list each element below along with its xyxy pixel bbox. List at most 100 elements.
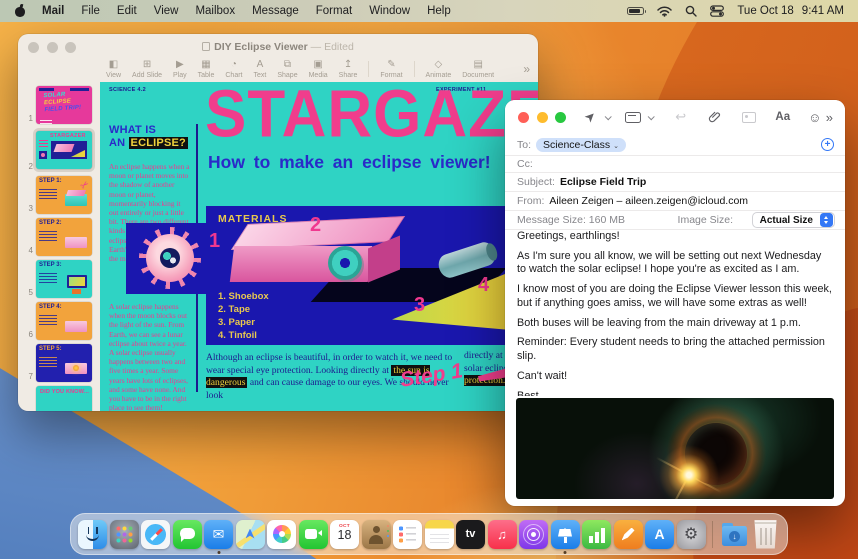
dock-maps-icon[interactable] bbox=[235, 519, 265, 549]
dock-appstore-icon[interactable]: A bbox=[645, 519, 674, 549]
menu-mailbox[interactable]: Mailbox bbox=[195, 5, 235, 17]
slide-canvas[interactable]: SCIENCE 4.2 EXPERIMENT #11 WHAT IS AN EC… bbox=[100, 82, 538, 411]
dock-podcasts-icon[interactable] bbox=[519, 519, 548, 549]
dock-downloads-icon[interactable]: ↓ bbox=[720, 520, 749, 549]
slide-thumbnail-row-2[interactable]: 2 STARGAZER bbox=[18, 128, 100, 172]
slide-thumbnail-row-7[interactable]: 7 STEP 5: bbox=[18, 344, 100, 382]
menu-file[interactable]: File bbox=[81, 5, 100, 17]
apple-menu-icon[interactable] bbox=[15, 5, 26, 17]
slide-thumbnail-4[interactable]: STEP 2: bbox=[36, 218, 92, 256]
dock-mail-icon[interactable]: ✉ bbox=[204, 519, 233, 549]
send-options-chevron[interactable] bbox=[600, 107, 615, 127]
science-tag[interactable]: SCIENCE 4.2 bbox=[109, 87, 146, 93]
body-paragraph: Greetings, earthlings! bbox=[517, 230, 620, 242]
material-number-4: 4 bbox=[478, 274, 490, 296]
dock-notes-icon[interactable] bbox=[424, 519, 454, 549]
text-button[interactable]: A Text bbox=[254, 59, 267, 79]
chart-button[interactable]: ◔ Chart bbox=[225, 59, 242, 79]
dock-tv-icon[interactable]: tv bbox=[456, 519, 485, 549]
dock-finder-icon[interactable] bbox=[78, 519, 107, 549]
dock-reminders-icon[interactable] bbox=[393, 519, 422, 549]
slide-thumbnail-5[interactable]: STEP 3: bbox=[36, 260, 92, 298]
slide-thumbnail-row-6[interactable]: 6 STEP 4: bbox=[18, 302, 100, 340]
dock-safari-icon[interactable] bbox=[141, 519, 170, 549]
menu-time[interactable]: 9:41 AM bbox=[802, 5, 844, 17]
keynote-titlebar[interactable]: DIY Eclipse Viewer — Edited bbox=[18, 34, 538, 54]
mail-toolbar-overflow[interactable]: » bbox=[826, 107, 833, 127]
slide-thumbnail-row-3[interactable]: 3 STEP 1: ✂ bbox=[18, 176, 100, 214]
table-button[interactable]: ▦ Table bbox=[198, 59, 215, 79]
slide-thumbnail-7[interactable]: STEP 5: bbox=[36, 344, 92, 382]
insert-photo-button[interactable] bbox=[738, 107, 760, 127]
dock-trash-icon[interactable] bbox=[754, 520, 777, 549]
header-fields-button[interactable] bbox=[623, 107, 643, 127]
shape-button[interactable]: ⧉ Shape bbox=[277, 59, 297, 79]
to-field[interactable]: To: Science-Class ⌄ + bbox=[505, 134, 845, 156]
slide-title[interactable]: STARGAZER bbox=[205, 82, 538, 153]
dock-calendar-icon[interactable]: OCT 18 bbox=[330, 519, 359, 549]
to-recipient-token[interactable]: Science-Class ⌄ bbox=[536, 137, 626, 152]
dock-settings-icon[interactable]: ⚙ bbox=[676, 519, 706, 549]
image-size-dropdown[interactable]: Actual Size bbox=[751, 212, 835, 228]
view-button[interactable]: ◧ View bbox=[106, 59, 121, 79]
mail-close-button[interactable] bbox=[518, 111, 529, 123]
slide-thumbnail-2[interactable]: STARGAZER bbox=[36, 131, 92, 169]
play-icon: ▶ bbox=[175, 58, 184, 70]
menu-message[interactable]: Message bbox=[252, 5, 299, 17]
add-recipient-button[interactable]: + bbox=[821, 138, 834, 151]
menu-edit[interactable]: Edit bbox=[117, 5, 137, 17]
dock-pages-icon[interactable] bbox=[613, 519, 643, 549]
emoji-button[interactable]: ☺ bbox=[804, 107, 826, 127]
dock-numbers-icon[interactable] bbox=[582, 519, 611, 549]
slide-thumbnail-row-4[interactable]: 4 STEP 2: bbox=[18, 218, 100, 256]
mail-minimize-button[interactable] bbox=[536, 111, 548, 123]
cc-field[interactable]: Cc: bbox=[505, 156, 845, 173]
send-button[interactable]: ➤ bbox=[580, 107, 600, 127]
slide-thumbnail-1[interactable]: SOLAR ECLIPSE FIELD TRIP! bbox=[36, 86, 92, 124]
search-icon[interactable] bbox=[685, 5, 698, 17]
dock-contacts-icon[interactable] bbox=[361, 519, 391, 549]
slide-heading[interactable]: WHAT IS AN ECLIPSE? bbox=[109, 124, 188, 150]
slide-thumbnail-row-5[interactable]: 5 STEP 3: bbox=[18, 260, 100, 298]
control-center-icon[interactable] bbox=[710, 5, 725, 17]
dock-keynote-icon[interactable] bbox=[550, 519, 580, 549]
slide-thumbnail-6[interactable]: STEP 4: bbox=[36, 302, 92, 340]
materials-box[interactable]: MATERIALS 1 2 3 4 1. Shoebox 2. Tape 3. … bbox=[206, 206, 514, 345]
media-button[interactable]: ▣ Media bbox=[309, 59, 328, 79]
play-button[interactable]: ▶ Play bbox=[173, 58, 187, 79]
slide-thumbnail-row-1[interactable]: 1 SOLAR ECLIPSE FIELD TRIP! bbox=[18, 86, 100, 124]
menu-help[interactable]: Help bbox=[427, 5, 451, 17]
menu-view[interactable]: View bbox=[154, 5, 179, 17]
wifi-icon[interactable] bbox=[657, 5, 673, 17]
dock-photos-icon[interactable] bbox=[267, 519, 296, 549]
slide-thumbnail-3[interactable]: STEP 1: ✂ bbox=[36, 176, 92, 214]
eclipse-photo-attachment[interactable] bbox=[516, 398, 834, 499]
slide-thumbnail-row-8[interactable]: DID YOU KNOW... bbox=[18, 386, 100, 411]
message-body[interactable]: Greetings, earthlings! As I'm sure you a… bbox=[517, 230, 833, 396]
animate-button[interactable]: ◇ Animate bbox=[426, 59, 452, 79]
menu-mail[interactable]: Mail bbox=[42, 5, 64, 17]
attach-button[interactable] bbox=[704, 107, 726, 127]
menu-window[interactable]: Window bbox=[369, 5, 410, 17]
dock-launchpad-icon[interactable] bbox=[109, 519, 139, 549]
menu-date[interactable]: Tue Oct 18 bbox=[737, 5, 793, 17]
menu-format[interactable]: Format bbox=[316, 5, 352, 17]
format-text-button[interactable]: Aa bbox=[772, 107, 794, 127]
document-button[interactable]: ▤ Document bbox=[462, 59, 494, 79]
dock-messages-icon[interactable] bbox=[172, 519, 202, 549]
sun-illustration[interactable] bbox=[126, 223, 212, 294]
mail-zoom-button[interactable] bbox=[555, 111, 566, 123]
slide-thumbnail-8[interactable]: DID YOU KNOW... bbox=[36, 386, 92, 411]
dock-facetime-icon[interactable] bbox=[298, 519, 328, 549]
slide-paragraph-2[interactable]: A solar eclipse happens when the moon bl… bbox=[109, 302, 191, 411]
toolbar-overflow-chevron[interactable]: » bbox=[523, 62, 530, 76]
dock-music-icon[interactable]: ♫ bbox=[487, 519, 517, 549]
slide-subtitle[interactable]: How to make an eclipse viewer! bbox=[208, 152, 491, 173]
format-button[interactable]: ✎ Format bbox=[380, 59, 402, 79]
subject-field[interactable]: Subject: Eclipse Field Trip bbox=[505, 173, 845, 192]
add-slide-button[interactable]: ⊞ Add Slide bbox=[132, 59, 162, 79]
battery-icon[interactable] bbox=[627, 6, 647, 16]
share-button[interactable]: ↥ Share bbox=[339, 59, 358, 79]
header-fields-chevron[interactable] bbox=[643, 107, 658, 127]
from-field[interactable]: From: Aileen Zeigen – aileen.zeigen@iclo… bbox=[505, 192, 845, 211]
